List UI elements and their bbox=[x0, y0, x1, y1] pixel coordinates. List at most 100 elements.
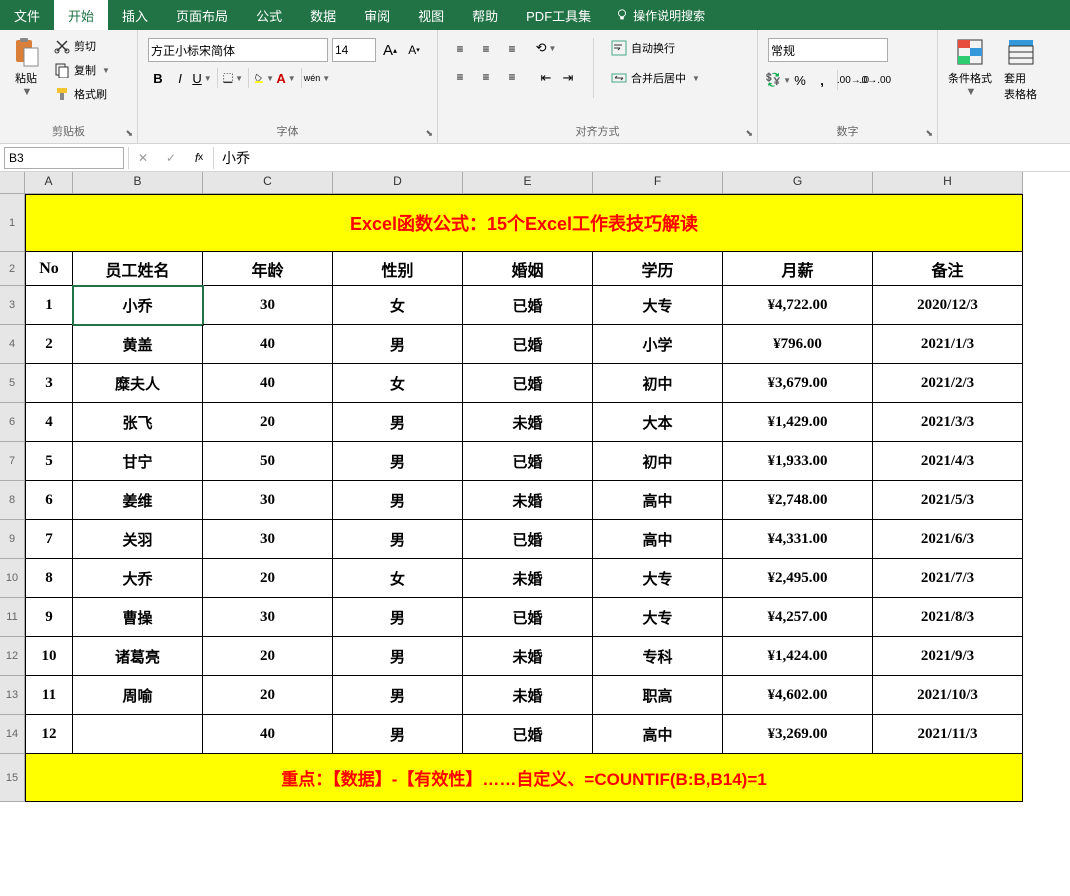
col-header[interactable]: B bbox=[73, 172, 203, 194]
data-cell[interactable]: 男 bbox=[333, 598, 463, 637]
data-cell[interactable]: 已婚 bbox=[463, 598, 593, 637]
data-cell[interactable]: 男 bbox=[333, 520, 463, 559]
align-center-button[interactable]: ≡ bbox=[474, 66, 498, 88]
wrap-text-button[interactable]: 自动换行 bbox=[609, 38, 702, 58]
data-cell[interactable]: ¥4,257.00 bbox=[723, 598, 873, 637]
data-cell[interactable]: 30 bbox=[203, 598, 333, 637]
tab-file[interactable]: 文件 bbox=[0, 0, 54, 30]
data-cell[interactable]: ¥1,424.00 bbox=[723, 637, 873, 676]
data-cell[interactable]: ¥3,269.00 bbox=[723, 715, 873, 754]
format-as-table-button[interactable]: 套用 表格格 bbox=[1000, 34, 1041, 104]
data-cell[interactable]: 已婚 bbox=[463, 520, 593, 559]
data-cell[interactable]: 初中 bbox=[593, 442, 723, 481]
tell-me-search[interactable]: 操作说明搜索 bbox=[605, 0, 715, 30]
cut-button[interactable]: 剪切 bbox=[52, 36, 112, 56]
col-header[interactable]: A bbox=[25, 172, 73, 194]
data-cell[interactable]: 40 bbox=[203, 364, 333, 403]
align-top-button[interactable]: ≡ bbox=[448, 38, 472, 60]
data-cell[interactable]: 4 bbox=[25, 403, 73, 442]
data-cell[interactable]: 未婚 bbox=[463, 481, 593, 520]
merge-center-button[interactable]: 合并后居中▼ bbox=[609, 68, 702, 88]
title-cell[interactable]: Excel函数公式：15个Excel工作表技巧解读 bbox=[25, 194, 1023, 252]
data-cell[interactable]: 初中 bbox=[593, 364, 723, 403]
row-header[interactable]: 13 bbox=[0, 676, 25, 715]
data-cell[interactable]: 高中 bbox=[593, 481, 723, 520]
data-cell[interactable]: 男 bbox=[333, 481, 463, 520]
paste-button[interactable]: 粘贴 ▼ bbox=[6, 34, 46, 100]
data-cell[interactable]: ¥4,331.00 bbox=[723, 520, 873, 559]
increase-font-button[interactable]: A▴ bbox=[380, 40, 400, 60]
data-cell[interactable]: 2020/12/3 bbox=[873, 286, 1023, 325]
row-header[interactable]: 15 bbox=[0, 754, 25, 802]
row-header[interactable]: 1 bbox=[0, 194, 25, 252]
row-header[interactable]: 11 bbox=[0, 598, 25, 637]
tab-pdf[interactable]: PDF工具集 bbox=[512, 0, 605, 30]
data-cell[interactable]: 大本 bbox=[593, 403, 723, 442]
row-header[interactable]: 9 bbox=[0, 520, 25, 559]
data-cell[interactable]: 未婚 bbox=[463, 403, 593, 442]
data-cell[interactable] bbox=[73, 715, 203, 754]
table-header-cell[interactable]: 婚姻 bbox=[463, 252, 593, 286]
data-cell[interactable]: 女 bbox=[333, 286, 463, 325]
data-cell[interactable]: 高中 bbox=[593, 715, 723, 754]
data-cell[interactable]: 2021/1/3 bbox=[873, 325, 1023, 364]
number-dialog-launcher[interactable]: ⬊ bbox=[925, 128, 933, 139]
row-header[interactable]: 4 bbox=[0, 325, 25, 364]
row-header[interactable]: 3 bbox=[0, 286, 25, 325]
align-right-button[interactable]: ≡ bbox=[500, 66, 524, 88]
data-cell[interactable]: 小乔 bbox=[73, 286, 203, 325]
data-cell[interactable]: 关羽 bbox=[73, 520, 203, 559]
tab-home[interactable]: 开始 bbox=[54, 0, 108, 30]
data-cell[interactable]: 男 bbox=[333, 676, 463, 715]
data-cell[interactable]: 30 bbox=[203, 520, 333, 559]
data-cell[interactable]: 2021/2/3 bbox=[873, 364, 1023, 403]
data-cell[interactable]: 男 bbox=[333, 325, 463, 364]
data-cell[interactable]: 9 bbox=[25, 598, 73, 637]
align-left-button[interactable]: ≡ bbox=[448, 66, 472, 88]
data-cell[interactable]: 大专 bbox=[593, 598, 723, 637]
data-cell[interactable]: 2021/9/3 bbox=[873, 637, 1023, 676]
col-header[interactable]: D bbox=[333, 172, 463, 194]
table-header-cell[interactable]: 性别 bbox=[333, 252, 463, 286]
comma-button[interactable]: , bbox=[812, 70, 832, 90]
data-cell[interactable]: 周喻 bbox=[73, 676, 203, 715]
data-cell[interactable]: 小学 bbox=[593, 325, 723, 364]
data-cell[interactable]: 男 bbox=[333, 442, 463, 481]
data-cell[interactable]: 40 bbox=[203, 715, 333, 754]
data-cell[interactable]: 2021/11/3 bbox=[873, 715, 1023, 754]
col-header[interactable]: E bbox=[463, 172, 593, 194]
percent-button[interactable]: % bbox=[790, 70, 810, 90]
data-cell[interactable]: 男 bbox=[333, 403, 463, 442]
data-cell[interactable]: 诸葛亮 bbox=[73, 637, 203, 676]
cancel-formula-button[interactable]: ✕ bbox=[129, 147, 157, 169]
phonetic-button[interactable]: wén▼ bbox=[307, 68, 327, 88]
data-cell[interactable]: 高中 bbox=[593, 520, 723, 559]
data-cell[interactable]: 30 bbox=[203, 481, 333, 520]
data-cell[interactable]: 5 bbox=[25, 442, 73, 481]
tab-formula[interactable]: 公式 bbox=[242, 0, 296, 30]
data-cell[interactable]: 黄盖 bbox=[73, 325, 203, 364]
data-cell[interactable]: ¥1,429.00 bbox=[723, 403, 873, 442]
row-header[interactable]: 10 bbox=[0, 559, 25, 598]
note-cell[interactable]: 重点：【数据】-【有效性】……自定义、=COUNTIF(B:B,B14)=1 bbox=[25, 754, 1023, 802]
data-cell[interactable]: 大专 bbox=[593, 559, 723, 598]
fill-color-button[interactable]: ▼ bbox=[254, 68, 274, 88]
data-cell[interactable]: 30 bbox=[203, 286, 333, 325]
data-cell[interactable]: 大专 bbox=[593, 286, 723, 325]
col-header[interactable]: F bbox=[593, 172, 723, 194]
data-cell[interactable]: 已婚 bbox=[463, 325, 593, 364]
data-cell[interactable]: 曹操 bbox=[73, 598, 203, 637]
data-cell[interactable]: 2021/4/3 bbox=[873, 442, 1023, 481]
font-size-select[interactable] bbox=[332, 38, 376, 62]
table-header-cell[interactable]: 员工姓名 bbox=[73, 252, 203, 286]
row-header[interactable]: 5 bbox=[0, 364, 25, 403]
data-cell[interactable]: 女 bbox=[333, 364, 463, 403]
data-cell[interactable]: 甘宁 bbox=[73, 442, 203, 481]
data-cell[interactable]: 已婚 bbox=[463, 442, 593, 481]
data-cell[interactable]: 50 bbox=[203, 442, 333, 481]
col-header[interactable]: C bbox=[203, 172, 333, 194]
decrease-font-button[interactable]: A▾ bbox=[404, 40, 424, 60]
data-cell[interactable]: 10 bbox=[25, 637, 73, 676]
tab-data[interactable]: 数据 bbox=[296, 0, 350, 30]
data-cell[interactable]: 已婚 bbox=[463, 364, 593, 403]
